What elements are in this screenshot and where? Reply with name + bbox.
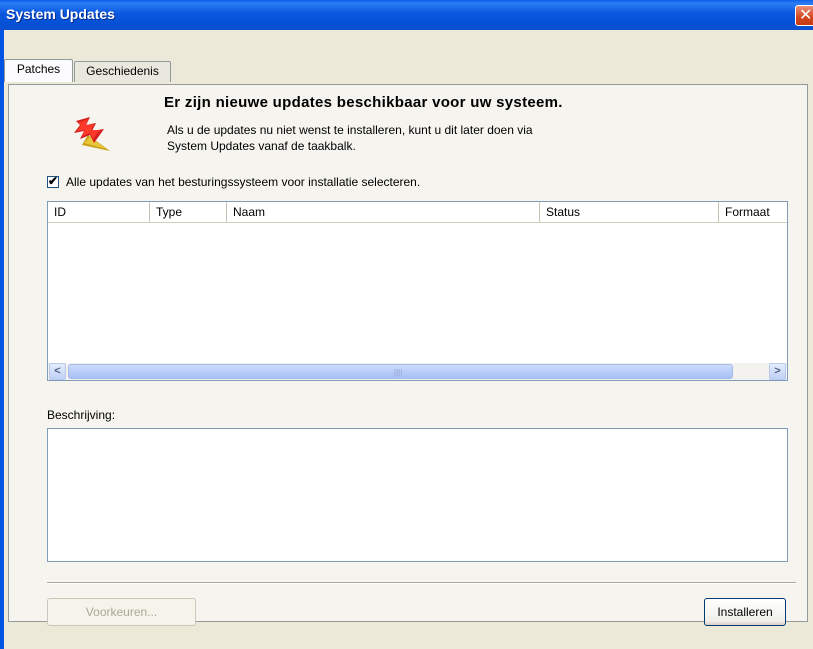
- updates-list[interactable]: ID Type Naam Status Formaat < |||| >: [47, 201, 788, 381]
- preferences-button[interactable]: Voorkeuren...: [47, 598, 196, 626]
- description-box[interactable]: [47, 428, 788, 562]
- update-flag-icon: [72, 113, 112, 153]
- update-subtext-line2: System Updates vanaf de taakbalk.: [167, 139, 356, 153]
- column-header-naam[interactable]: Naam: [227, 202, 540, 222]
- checkmark-icon: ✔: [48, 174, 59, 188]
- scroll-thumb[interactable]: ||||: [68, 364, 733, 379]
- horizontal-scrollbar[interactable]: < |||| >: [48, 363, 787, 380]
- tab-patches-label: Patches: [16, 62, 61, 76]
- bottom-separator: [47, 582, 796, 584]
- close-button[interactable]: ✕: [795, 5, 813, 26]
- thumb-grip-icon: ||||: [394, 368, 403, 377]
- select-all-label[interactable]: Alle updates van het besturingssysteem v…: [66, 175, 420, 189]
- scroll-left-button[interactable]: <: [49, 363, 66, 380]
- update-subtext-line1: Als u de updates nu niet wenst te instal…: [167, 123, 533, 137]
- column-header-formaat[interactable]: Formaat: [719, 202, 787, 222]
- tab-geschiedenis-label: Geschiedenis: [86, 64, 159, 78]
- title-bar[interactable]: System Updates ✕: [0, 0, 813, 30]
- install-button[interactable]: Installeren: [704, 598, 786, 626]
- column-header-id[interactable]: ID: [48, 202, 150, 222]
- arrow-right-icon: >: [774, 365, 781, 377]
- column-header-status[interactable]: Status: [540, 202, 719, 222]
- update-subtext: Als u de updates nu niet wenst te instal…: [167, 122, 533, 154]
- window-title: System Updates: [6, 6, 115, 22]
- update-heading: Er zijn nieuwe updates beschikbaar voor …: [164, 94, 563, 111]
- scroll-right-button[interactable]: >: [769, 363, 786, 380]
- column-header-type[interactable]: Type: [150, 202, 227, 222]
- tab-patches[interactable]: Patches: [4, 59, 73, 82]
- close-icon: ✕: [799, 5, 813, 24]
- arrow-left-icon: <: [54, 365, 61, 377]
- tab-geschiedenis[interactable]: Geschiedenis: [74, 61, 171, 82]
- column-header-row: ID Type Naam Status Formaat: [48, 202, 787, 223]
- select-all-checkbox[interactable]: ✔: [47, 174, 59, 188]
- description-label: Beschrijving:: [47, 408, 116, 422]
